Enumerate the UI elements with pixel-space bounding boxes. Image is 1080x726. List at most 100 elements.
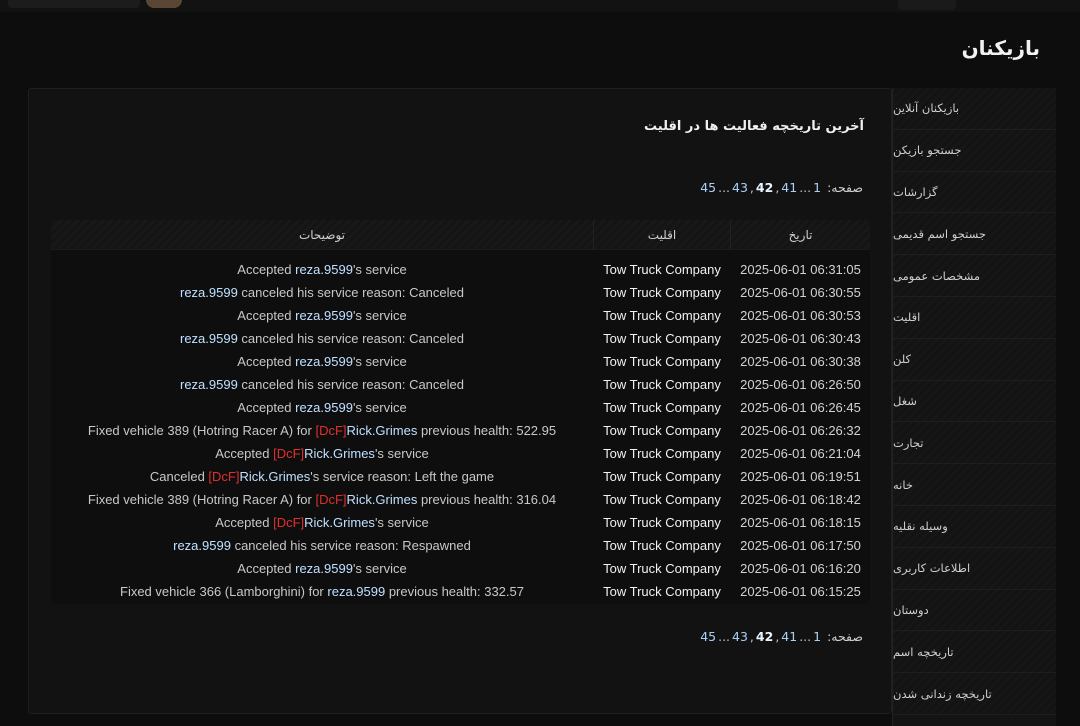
- cell-faction[interactable]: Tow Truck Company: [593, 492, 731, 507]
- page-link-43[interactable]: 43: [732, 180, 748, 195]
- cell-faction[interactable]: Tow Truck Company: [593, 515, 731, 530]
- page-link-43[interactable]: 43: [732, 629, 748, 644]
- cell-faction[interactable]: Tow Truck Company: [593, 400, 731, 415]
- cell-faction[interactable]: Tow Truck Company: [593, 354, 731, 369]
- cell-faction[interactable]: Tow Truck Company: [593, 285, 731, 300]
- player-link[interactable]: reza.9599: [173, 538, 231, 553]
- table-row: 2025-06-01 06:30:55 Tow Truck Company reza…: [51, 281, 870, 304]
- sidebar-item[interactable]: اقلیت: [893, 296, 1056, 339]
- player-link[interactable]: Rick.Grimes: [239, 469, 310, 484]
- page-link-41[interactable]: 41: [781, 180, 797, 195]
- player-link[interactable]: reza.9599: [180, 331, 238, 346]
- pagination-ellipsis: ...: [718, 629, 731, 644]
- sidebar-item[interactable]: تاریخچه اسم: [893, 631, 1056, 674]
- cell-date: 2025-06-01 06:30:43: [740, 331, 861, 346]
- player-link[interactable]: Rick.Grimes: [347, 492, 418, 507]
- page-link-41[interactable]: 41: [781, 629, 797, 644]
- cell-faction[interactable]: Tow Truck Company: [593, 584, 731, 599]
- sidebar-item[interactable]: تجارت: [893, 422, 1056, 465]
- player-link[interactable]: reza.9599: [180, 285, 238, 300]
- cell-faction[interactable]: Tow Truck Company: [593, 331, 731, 346]
- description-text: 's service: [374, 515, 429, 530]
- sidebar-item[interactable]: بازیکنان آنلاین: [893, 88, 1056, 130]
- cell-date: 2025-06-01 06:15:25: [740, 584, 861, 599]
- description-text: Accepted: [215, 515, 274, 530]
- cell-date: 2025-06-01 06:17:50: [740, 538, 861, 553]
- header-faction[interactable]: اقلیت: [593, 220, 731, 249]
- description-text: Accepted: [215, 446, 274, 461]
- pagination-ellipsis: ...: [799, 180, 812, 195]
- clan-tag: [DcF]: [208, 469, 240, 484]
- table-row: 2025-06-01 06:18:15 Tow Truck Company Acce…: [51, 511, 870, 534]
- player-link[interactable]: Rick.Grimes: [347, 423, 418, 438]
- table-row: 2025-06-01 06:26:32 Tow Truck Company Fixe…: [51, 419, 870, 442]
- sidebar-item[interactable]: وسیله نقلیه: [893, 505, 1056, 548]
- clan-tag: [DcF]: [273, 446, 305, 461]
- cell-date: 2025-06-01 06:30:53: [740, 308, 861, 323]
- cell-faction[interactable]: Tow Truck Company: [593, 308, 731, 323]
- page-link-first[interactable]: 1: [813, 629, 821, 644]
- description-text: previous health: 522.95: [417, 423, 557, 438]
- pagination-comma: ,: [775, 629, 780, 644]
- pagination-comma: ,: [775, 180, 780, 195]
- header-date[interactable]: تاریخ: [731, 220, 870, 249]
- page-link-last[interactable]: 45: [700, 180, 716, 195]
- sidebar-item[interactable]: خانه: [893, 464, 1056, 506]
- description-text: Fixed vehicle 389 (Hotring Racer A) for: [87, 492, 316, 507]
- cell-description: Accepted reza.9599's service: [51, 354, 593, 369]
- sidebar-item[interactable]: دوستان: [893, 589, 1056, 632]
- description-text: Canceled: [149, 469, 209, 484]
- description-text: canceled his service reason: Canceled: [237, 331, 464, 346]
- sidebar-item[interactable]: تاریخچه زندانی شدن: [893, 673, 1056, 715]
- player-link[interactable]: reza.9599: [295, 561, 353, 576]
- cell-faction[interactable]: Tow Truck Company: [593, 423, 731, 438]
- cell-faction[interactable]: Tow Truck Company: [593, 262, 731, 277]
- cell-description: reza.9599 canceled his service reason: C…: [51, 377, 593, 392]
- cell-faction[interactable]: Tow Truck Company: [593, 561, 731, 576]
- player-link[interactable]: reza.9599: [295, 262, 353, 277]
- pagination-label: صفحه:: [827, 629, 863, 644]
- cell-description: reza.9599 canceled his service reason: C…: [51, 285, 593, 300]
- cell-faction[interactable]: Tow Truck Company: [593, 377, 731, 392]
- activity-panel: آخرین تاریخچه فعالیت ها در اقلیت صفحه: 1…: [28, 88, 892, 714]
- cell-date: 2025-06-01 06:21:04: [740, 446, 861, 461]
- cell-description: Fixed vehicle 389 (Hotring Racer A) for …: [51, 423, 593, 438]
- cell-date: 2025-06-01 06:26:50: [740, 377, 861, 392]
- page-title: بازیکنان: [961, 36, 1040, 60]
- player-link[interactable]: reza.9599: [295, 308, 353, 323]
- description-text: previous health: 332.57: [385, 584, 524, 599]
- sidebar-item[interactable]: کلن: [893, 338, 1056, 381]
- player-link[interactable]: Rick.Grimes: [304, 515, 375, 530]
- sidebar-item[interactable]: اطلاعات کاربری: [893, 547, 1056, 590]
- cell-description: Accepted reza.9599's service: [51, 262, 593, 277]
- avatar[interactable]: [146, 0, 182, 8]
- sidebar-item[interactable]: شغل: [893, 380, 1056, 423]
- pagination-top: صفحه: 1 ... 41 , 42 , 43 ... 45: [700, 180, 863, 195]
- page-link-first[interactable]: 1: [813, 180, 821, 195]
- header-description[interactable]: توضیحات: [51, 220, 593, 249]
- cell-faction[interactable]: Tow Truck Company: [593, 446, 731, 461]
- top-tab[interactable]: [8, 0, 140, 8]
- top-button[interactable]: [898, 0, 956, 10]
- description-text: Fixed vehicle 389 (Hotring Racer A) for: [87, 423, 316, 438]
- cell-date: 2025-06-01 06:18:42: [740, 492, 861, 507]
- pagination-bottom: صفحه: 1 ... 41 , 42 , 43 ... 45: [700, 629, 863, 644]
- player-link[interactable]: reza.9599: [327, 584, 385, 599]
- player-link[interactable]: reza.9599: [180, 377, 238, 392]
- player-link[interactable]: Rick.Grimes: [304, 446, 375, 461]
- sidebar-item[interactable]: جستجو اسم قدیمی: [893, 213, 1056, 256]
- description-text: Accepted: [237, 354, 296, 369]
- cell-date: 2025-06-01 06:30:55: [740, 285, 861, 300]
- sidebar-item[interactable]: مشخصات عمومی: [893, 255, 1056, 297]
- player-link[interactable]: reza.9599: [295, 400, 353, 415]
- page-link-last[interactable]: 45: [700, 629, 716, 644]
- description-text: 's service: [352, 561, 407, 576]
- table-row: 2025-06-01 06:30:43 Tow Truck Company reza…: [51, 327, 870, 350]
- sidebar-item[interactable]: گزارشات: [893, 171, 1056, 214]
- cell-description: Accepted reza.9599's service: [51, 308, 593, 323]
- sidebar-item[interactable]: جستجو بازیکن: [893, 129, 1056, 172]
- cell-faction[interactable]: Tow Truck Company: [593, 538, 731, 553]
- cell-faction[interactable]: Tow Truck Company: [593, 469, 731, 484]
- player-link[interactable]: reza.9599: [295, 354, 353, 369]
- cell-description: Canceled [DcF]Rick.Grimes's service reas…: [51, 469, 593, 484]
